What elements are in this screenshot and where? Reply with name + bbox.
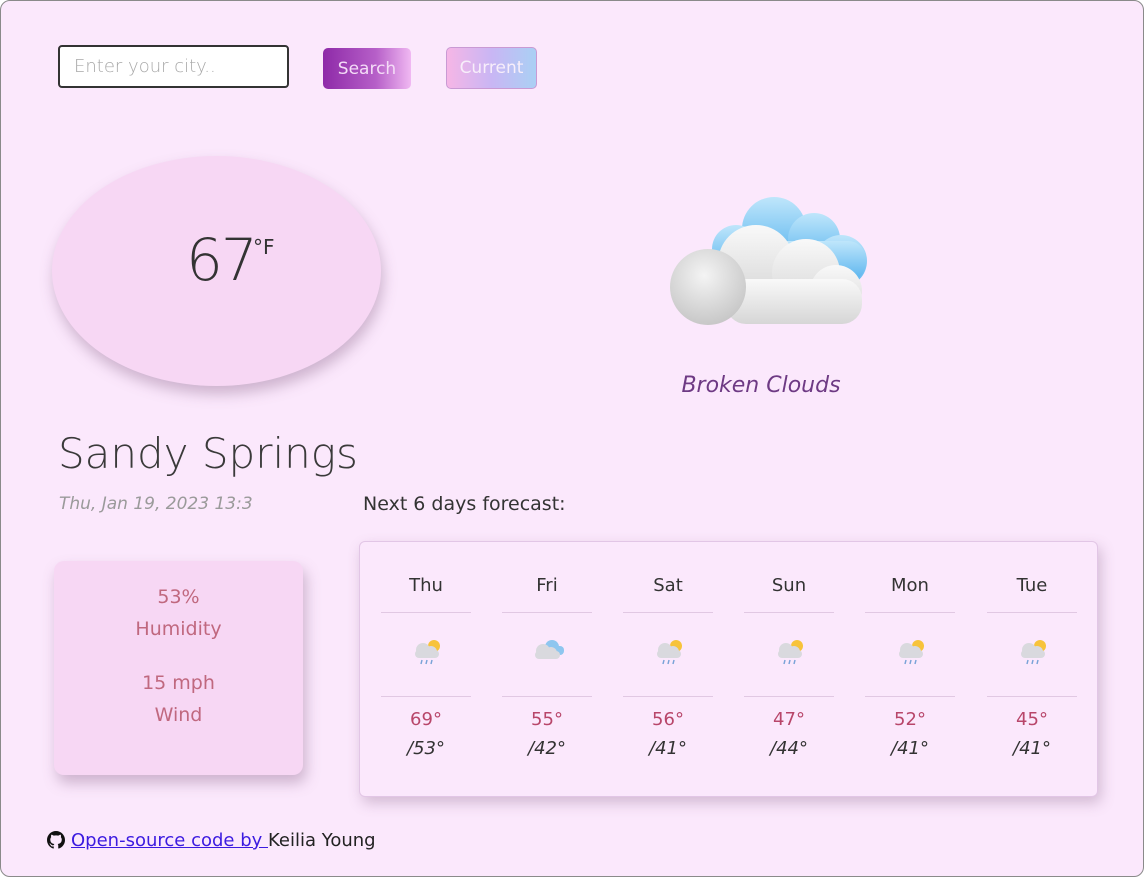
forecast-high: 56° — [652, 709, 684, 730]
forecast-day-name: Thu — [409, 575, 443, 596]
stats-card: 53% Humidity 15 mph Wind — [54, 561, 303, 775]
divider — [381, 696, 471, 697]
forecast-day: Fri 55° /42° — [502, 542, 592, 798]
wind-value: 15 mph — [142, 672, 215, 694]
forecast-day-name: Sat — [653, 575, 683, 596]
forecast-low: /53° — [407, 738, 445, 759]
divider — [865, 696, 955, 697]
footer: Open-source code by Keilia Young — [47, 830, 376, 854]
temperature-unit: °F — [253, 235, 275, 259]
sun-cloud-rain-icon — [411, 636, 445, 670]
github-icon — [47, 831, 65, 854]
current-temperature: 67 — [186, 226, 258, 294]
forecast-day: Thu 69° /53° — [381, 542, 471, 798]
divider — [987, 612, 1077, 613]
broken-clouds-icon — [666, 191, 876, 335]
divider — [502, 612, 592, 613]
weather-app: Search Current 67 °F — [0, 0, 1144, 877]
forecast-day: Mon 52° /41° — [865, 542, 955, 798]
forecast-high: 69° — [410, 709, 442, 730]
sun-cloud-rain-icon — [774, 636, 808, 670]
cloud-icon — [532, 636, 566, 670]
forecast-day-name: Fri — [536, 575, 558, 596]
sun-cloud-rain-icon — [895, 636, 929, 670]
divider — [502, 696, 592, 697]
divider — [623, 696, 713, 697]
forecast-high: 55° — [531, 709, 563, 730]
sun-cloud-rain-icon — [653, 636, 687, 670]
sun-cloud-rain-icon — [1017, 636, 1051, 670]
city-name: Sandy Springs — [58, 429, 358, 478]
divider — [623, 612, 713, 613]
forecast-low: /44° — [770, 738, 808, 759]
forecast-high: 47° — [773, 709, 805, 730]
date-time: Thu, Jan 19, 2023 13:3 — [59, 494, 253, 514]
forecast-low: /41° — [891, 738, 929, 759]
weather-description: Broken Clouds — [681, 373, 841, 398]
forecast-title: Next 6 days forecast: — [363, 493, 566, 515]
forecast-day: Tue 45° /41° — [987, 542, 1077, 798]
source-code-link[interactable]: Open-source code by — [71, 830, 268, 851]
wind-label: Wind — [154, 704, 203, 726]
forecast-low: /41° — [649, 738, 687, 759]
humidity-label: Humidity — [135, 618, 222, 640]
divider — [744, 696, 834, 697]
city-search-input[interactable] — [58, 45, 289, 88]
forecast-high: 45° — [1016, 709, 1048, 730]
current-location-button[interactable]: Current — [446, 47, 537, 89]
forecast-day: Sun 47° /44° — [744, 542, 834, 798]
forecast-high: 52° — [894, 709, 926, 730]
forecast-day-name: Mon — [891, 575, 929, 596]
divider — [987, 696, 1077, 697]
divider — [865, 612, 955, 613]
forecast-day-name: Sun — [771, 575, 807, 596]
forecast-day: Sat 56° /41° — [623, 542, 713, 798]
search-button[interactable]: Search — [323, 48, 411, 89]
author-name: Keilia Young — [268, 830, 376, 851]
forecast-card: Thu 69° /53° Fri 55° /42° Sat 56° /41° S… — [359, 541, 1098, 797]
humidity-value: 53% — [157, 586, 200, 608]
forecast-low: /41° — [1013, 738, 1051, 759]
divider — [744, 612, 834, 613]
divider — [381, 612, 471, 613]
forecast-low: /42° — [528, 738, 566, 759]
forecast-day-name: Tue — [1016, 575, 1048, 596]
